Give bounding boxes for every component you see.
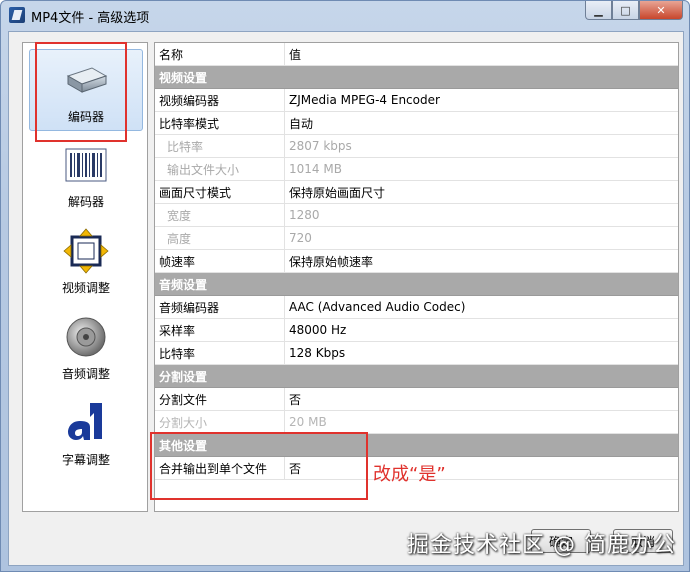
property-value[interactable]: 1014 MB — [285, 162, 342, 176]
column-header-name: 名称 — [155, 43, 285, 65]
property-name: 宽度 — [155, 204, 285, 226]
highlight-box-other-settings — [150, 432, 368, 500]
property-name: 视频设置 — [159, 70, 208, 85]
property-value[interactable]: 保持原始画面尺寸 — [285, 184, 385, 201]
section-header: 音频设置 — [155, 273, 678, 296]
nav-item-decoder[interactable]: 解码器 — [29, 135, 143, 217]
property-value[interactable]: 720 — [285, 231, 312, 245]
barcode-icon — [65, 148, 107, 182]
subtitle-aa-icon — [68, 403, 102, 440]
property-row[interactable]: 比特率 2807 kbps — [155, 135, 678, 158]
nav-label: 视频调整 — [61, 281, 110, 295]
property-name: 高度 — [155, 227, 285, 249]
close-button[interactable]: ✕ — [639, 1, 683, 20]
property-name: 比特率模式 — [155, 112, 285, 134]
property-name: 画面尺寸模式 — [155, 181, 285, 203]
property-value[interactable]: 48000 Hz — [285, 323, 346, 337]
speaker-icon — [66, 317, 106, 357]
property-row[interactable]: 帧速率 保持原始帧速率 — [155, 250, 678, 273]
property-value[interactable]: 否 — [285, 391, 301, 408]
nav-item-subtitle-adjust[interactable]: 字幕调整 — [29, 393, 143, 475]
section-header: 分割设置 — [155, 365, 678, 388]
section-header: 视频设置 — [155, 66, 678, 89]
nav-item-audio-adjust[interactable]: 音频调整 — [29, 307, 143, 389]
property-name: 比特率 — [155, 342, 285, 364]
property-name: 分割文件 — [155, 388, 285, 410]
property-value[interactable]: 2807 kbps — [285, 139, 352, 153]
property-name: 比特率 — [155, 135, 285, 157]
window-title: MP4文件 - 高级选项 — [31, 11, 150, 26]
property-row[interactable]: 分割大小 20 MB — [155, 411, 678, 434]
window-controls: ▁ □ ✕ — [585, 1, 683, 21]
property-row[interactable]: 高度 720 — [155, 227, 678, 250]
property-row[interactable]: 比特率 128 Kbps — [155, 342, 678, 365]
maximize-button[interactable]: □ — [612, 1, 639, 20]
title-bar: MP4文件 - 高级选项 ▁ □ ✕ — [1, 1, 689, 29]
property-name: 分割大小 — [155, 411, 285, 433]
property-name: 分割设置 — [159, 369, 208, 384]
property-name: 视频编码器 — [155, 89, 285, 111]
property-row[interactable]: 比特率模式 自动 — [155, 112, 678, 135]
property-row[interactable]: 输出文件大小 1014 MB — [155, 158, 678, 181]
resize-arrows-icon — [63, 228, 109, 274]
highlight-box-encoder — [35, 42, 127, 142]
column-header-value: 值 — [289, 47, 302, 62]
grid-header: 名称 值 — [155, 43, 678, 66]
property-row[interactable]: 音频编码器 AAC (Advanced Audio Codec) — [155, 296, 678, 319]
dialog-client-area: 编码器 解码器 视频调整 音频调整 字幕调整 名称 值 视频设置 视频编码器 Z… — [8, 31, 684, 566]
dialog-window: MP4文件 - 高级选项 ▁ □ ✕ 编码器 解码器 视频调整 音频调整 字幕调… — [0, 0, 690, 572]
watermark-text: 掘金技术社区 @ 简鹿办公 — [407, 533, 676, 558]
property-row[interactable]: 画面尺寸模式 保持原始画面尺寸 — [155, 181, 678, 204]
property-row[interactable]: 视频编码器 ZJMedia MPEG-4 Encoder — [155, 89, 678, 112]
property-name: 采样率 — [155, 319, 285, 341]
property-row[interactable]: 分割文件否 — [155, 388, 678, 411]
property-name: 输出文件大小 — [155, 158, 285, 180]
property-value[interactable]: 自动 — [285, 115, 313, 132]
property-row[interactable]: 宽度 1280 — [155, 204, 678, 227]
nav-item-video-adjust[interactable]: 视频调整 — [29, 221, 143, 303]
property-name: 音频设置 — [159, 277, 208, 292]
property-row[interactable]: 采样率 48000 Hz — [155, 319, 678, 342]
property-value[interactable]: 20 MB — [285, 415, 327, 429]
nav-label: 音频调整 — [61, 367, 110, 381]
property-value[interactable]: 1280 — [285, 208, 320, 222]
property-value[interactable]: ZJMedia MPEG-4 Encoder — [285, 93, 440, 107]
nav-label: 字幕调整 — [61, 453, 110, 467]
annotation-text: 改成“是” — [373, 464, 446, 485]
property-name: 帧速率 — [155, 250, 285, 272]
minimize-button[interactable]: ▁ — [585, 1, 612, 20]
nav-label: 解码器 — [67, 195, 104, 209]
property-value[interactable]: AAC (Advanced Audio Codec) — [285, 300, 465, 314]
app-icon — [9, 7, 25, 23]
property-name: 音频编码器 — [155, 296, 285, 318]
property-value[interactable]: 保持原始帧速率 — [285, 253, 373, 270]
property-value[interactable]: 128 Kbps — [285, 346, 345, 360]
